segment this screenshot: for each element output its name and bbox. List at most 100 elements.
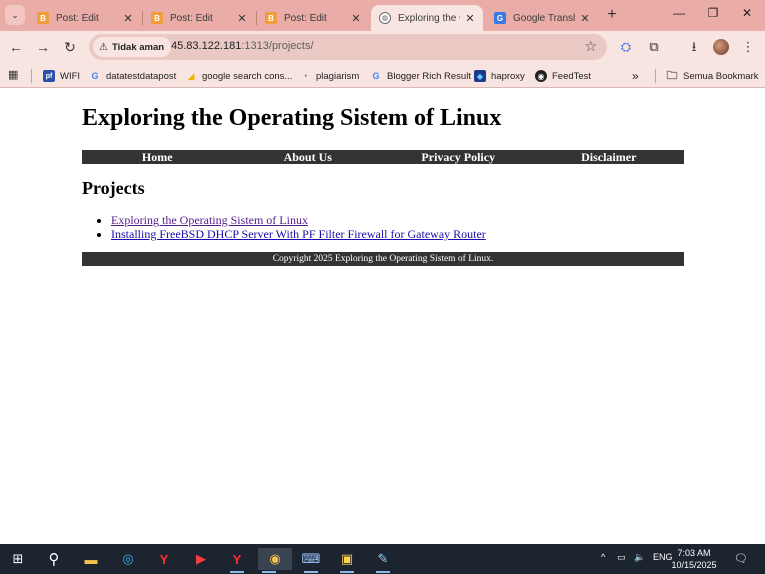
globe-icon: ◍ — [379, 12, 391, 24]
clock[interactable]: 7:03 AM 10/15/2025 — [670, 547, 718, 571]
menu-icon[interactable]: ⋮ — [739, 38, 757, 56]
address-bar[interactable]: ⚠ Tidak aman 45.83.122.181:1313/projects… — [89, 34, 607, 60]
windows-start-icon[interactable]: ⊞ — [7, 548, 29, 570]
reload-icon: ↻ — [64, 39, 76, 55]
site-title: Exploring the Operating Sistem of Linux — [82, 105, 502, 131]
bookmark-haproxy[interactable]: ◆ haproxy — [474, 68, 525, 84]
close-window-button[interactable]: ✕ — [737, 6, 757, 24]
bookmark-label: Semua Bookmark — [683, 70, 759, 82]
back-button[interactable]: ← — [7, 38, 25, 56]
tab-post-edit-1[interactable]: B Post: Edit ✕ — [29, 5, 141, 31]
nav-privacy-link[interactable]: Privacy Policy — [383, 150, 534, 164]
translate-icon[interactable]: ⛭ — [617, 38, 635, 56]
clock-time: 7:03 AM — [677, 548, 711, 558]
bookmarks-bar: ▦ pf WIFI G datatestdatapost ◢ google se… — [0, 63, 765, 88]
close-icon: ✕ — [741, 6, 753, 20]
tab-title: Post: Edit — [56, 12, 99, 24]
bookmark-label: WIFI — [60, 70, 81, 82]
warning-icon: ⚠ — [99, 41, 108, 53]
edge-icon[interactable]: ◎ — [117, 548, 139, 570]
bookmarks-overflow-button[interactable]: » — [632, 68, 639, 84]
tab-post-edit-2[interactable]: B Post: Edit ✕ — [143, 5, 255, 31]
yandex-icon[interactable]: Y — [153, 548, 175, 570]
tab-exploring-linux[interactable]: ◍ Exploring the O ✕ — [371, 5, 483, 31]
restore-button[interactable]: ❐ — [703, 6, 723, 24]
apps-grid-icon[interactable]: ▦ — [8, 69, 20, 81]
google-icon: G — [91, 71, 99, 81]
tab-title: Post: Edit — [284, 12, 327, 24]
avatar[interactable] — [713, 39, 729, 55]
tab-strip: ⌄ B Post: Edit ✕ B Post: Edit ✕ B Post: … — [0, 0, 765, 31]
restore-icon: ❐ — [707, 6, 719, 20]
url-text[interactable]: 45.83.122.181:1313/projects/ — [171, 40, 314, 52]
security-indicator[interactable]: ⚠ Tidak aman — [93, 37, 172, 57]
haproxy-icon: ◆ — [474, 70, 486, 82]
bookmark-plagiarism[interactable]: ◔ plagiarism — [299, 68, 359, 84]
close-icon[interactable]: ✕ — [236, 12, 248, 25]
minimize-icon: — — [673, 6, 685, 20]
arrow-right-icon: → — [36, 39, 50, 55]
url-host: 45.83.122.181 — [171, 40, 242, 52]
site-footer: Copyright 2025 Exploring the Operating S… — [82, 252, 684, 266]
blogger-icon: B — [151, 12, 163, 24]
star-icon[interactable]: ☆ — [584, 38, 597, 55]
media-player-icon[interactable]: ▶ — [190, 548, 212, 570]
browser-toolbar: ← → ↻ ⚠ Tidak aman 45.83.122.181:1313/pr… — [0, 31, 765, 63]
section-title: Projects — [82, 178, 145, 198]
bookmark-label: FeedTest — [552, 70, 592, 82]
bookmark-divider — [31, 69, 32, 83]
chevron-up-icon[interactable]: ^ — [601, 552, 605, 562]
bookmark-label: haproxy — [491, 70, 525, 82]
close-icon[interactable]: ✕ — [350, 12, 362, 25]
yandex-browser-icon[interactable]: Y — [226, 548, 248, 573]
project-link[interactable]: Installing FreeBSD DHCP Server With PF F… — [111, 227, 486, 241]
bookmark-blogger-rich-result[interactable]: G Blogger Rich Result — [370, 68, 471, 84]
tab-post-edit-3[interactable]: B Post: Edit ✕ — [257, 5, 369, 31]
google-translate-icon: G — [494, 12, 506, 24]
bookmark-divider — [655, 69, 656, 83]
bookmark-datatestdatapost[interactable]: G datatestdatapost — [89, 68, 176, 84]
new-tab-button[interactable]: + — [603, 7, 621, 25]
web-page: Exploring the Operating Sistem of Linux … — [0, 89, 765, 544]
file-explorer-icon[interactable]: ▬ — [80, 548, 102, 570]
search-console-icon: ◢ — [187, 70, 195, 81]
project-link[interactable]: Exploring the Operating Sistem of Linux — [111, 213, 308, 227]
clock-date: 10/15/2025 — [671, 560, 717, 570]
minimize-button[interactable]: — — [669, 6, 689, 24]
extensions-icon[interactable]: ⧉ — [645, 38, 663, 56]
google-icon: G — [372, 71, 380, 81]
all-bookmarks-button[interactable]: 🗀 Semua Bookmark — [666, 68, 759, 84]
notepad-icon[interactable]: ✎ — [372, 548, 394, 573]
tab-search-button[interactable]: ⌄ — [5, 5, 25, 25]
forward-button[interactable]: → — [34, 38, 52, 56]
close-icon[interactable]: ✕ — [579, 12, 591, 25]
tab-google-translate[interactable]: G Google Translat ✕ — [486, 5, 598, 31]
bookmark-feedtest[interactable]: ◉ FeedTest — [535, 68, 591, 84]
bookmark-google-search-console[interactable]: ◢ google search cons... — [185, 68, 293, 84]
close-icon[interactable]: ✕ — [464, 12, 476, 25]
reload-button[interactable]: ↻ — [61, 38, 79, 56]
nav-home-link[interactable]: Home — [82, 150, 233, 164]
url-path: :1313/projects/ — [241, 40, 314, 52]
nav-disclaimer-link[interactable]: Disclaimer — [534, 150, 685, 164]
project-list: Exploring the Operating Sistem of Linux … — [111, 213, 486, 241]
notifications-icon[interactable]: 🗨 — [734, 552, 748, 565]
bookmark-label: Blogger Rich Result — [387, 70, 471, 82]
terminal-icon[interactable]: ▣ — [336, 548, 358, 573]
security-label: Tidak aman — [111, 41, 165, 53]
bookmark-label: datatestdatapost — [106, 70, 177, 82]
tab-title: Exploring the O — [398, 12, 460, 24]
chrome-icon[interactable]: ◉ — [258, 548, 292, 573]
volume-icon[interactable]: 🔈 — [634, 552, 645, 563]
nav-about-link[interactable]: About Us — [233, 150, 384, 164]
blogger-icon: B — [37, 12, 49, 24]
arrow-left-icon: ← — [9, 39, 23, 55]
download-icon[interactable]: ⭳ — [685, 38, 703, 56]
plus-icon: + — [607, 6, 617, 23]
search-icon[interactable]: ⚲ — [43, 548, 65, 570]
network-tool-icon[interactable]: ⌨ — [300, 548, 322, 573]
taskbar: ⊞ ⚲ ▬ ◎ Y ▶ Y ◉ ⌨ ▣ ✎ ^ ▭ 🔈 ENG 7:03 AM … — [0, 544, 765, 574]
bookmark-wifi[interactable]: pf WIFI — [43, 68, 80, 84]
network-icon[interactable]: ▭ — [617, 552, 626, 563]
close-icon[interactable]: ✕ — [122, 12, 134, 25]
